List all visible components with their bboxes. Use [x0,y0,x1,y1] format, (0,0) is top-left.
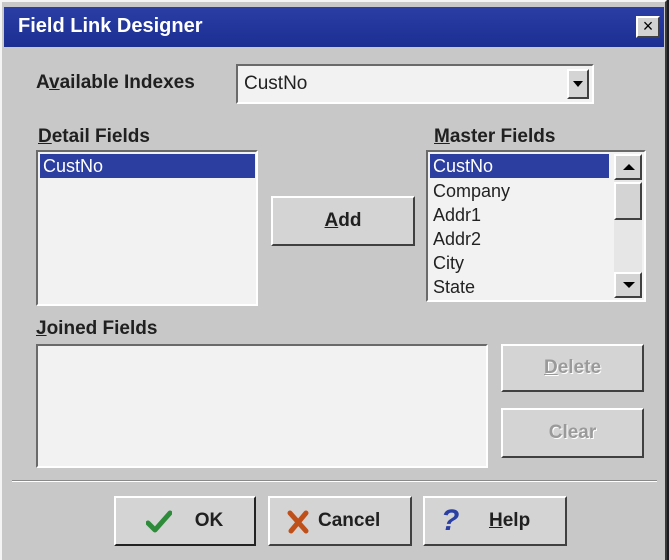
detail-fields-list[interactable]: CustNo [36,150,258,306]
close-button[interactable]: × [636,16,660,38]
master-fields-list[interactable]: CustNo Company Addr1 Addr2 City State [426,150,646,302]
scroll-down-arrow-icon[interactable] [614,272,642,298]
title-bar[interactable]: Field Link Designer × [4,7,664,47]
master-fields-label: Master Fields [434,126,556,147]
clear-button[interactable]: Clear [501,408,644,458]
master-field-item[interactable]: Company [430,179,510,203]
joined-fields-label: Joined Fields [36,318,158,339]
chevron-down-icon[interactable] [567,69,589,99]
field-link-designer-dialog: Field Link Designer × Available Indexes … [0,0,667,560]
master-field-item[interactable]: State [430,275,475,299]
available-indexes-value: CustNo [244,73,308,94]
master-field-item[interactable]: Addr1 [430,203,481,227]
scroll-up-arrow-icon[interactable] [614,154,642,180]
x-cross-icon [287,510,309,534]
master-fields-scrollbar[interactable] [614,154,642,298]
close-icon: × [642,16,654,36]
master-field-item[interactable]: CustNo [430,154,609,178]
ok-button[interactable]: OK [114,496,256,546]
help-button[interactable]: ? Help [423,496,567,546]
footer-divider [12,480,657,482]
master-field-item[interactable]: City [430,251,464,275]
detail-fields-label: Detail Fields [38,126,150,147]
available-indexes-combo[interactable]: CustNo [236,64,594,104]
joined-fields-list[interactable] [36,344,488,468]
scroll-thumb[interactable] [614,182,642,220]
cancel-button[interactable]: Cancel [268,496,412,546]
window-title: Field Link Designer [18,15,203,37]
question-mark-icon: ? [441,504,460,537]
master-field-item[interactable]: Addr2 [430,227,481,251]
add-button[interactable]: Add [271,196,415,246]
delete-button[interactable]: Delete [501,344,644,392]
detail-field-item[interactable]: CustNo [40,154,255,178]
available-indexes-label: Available Indexes [36,72,195,93]
